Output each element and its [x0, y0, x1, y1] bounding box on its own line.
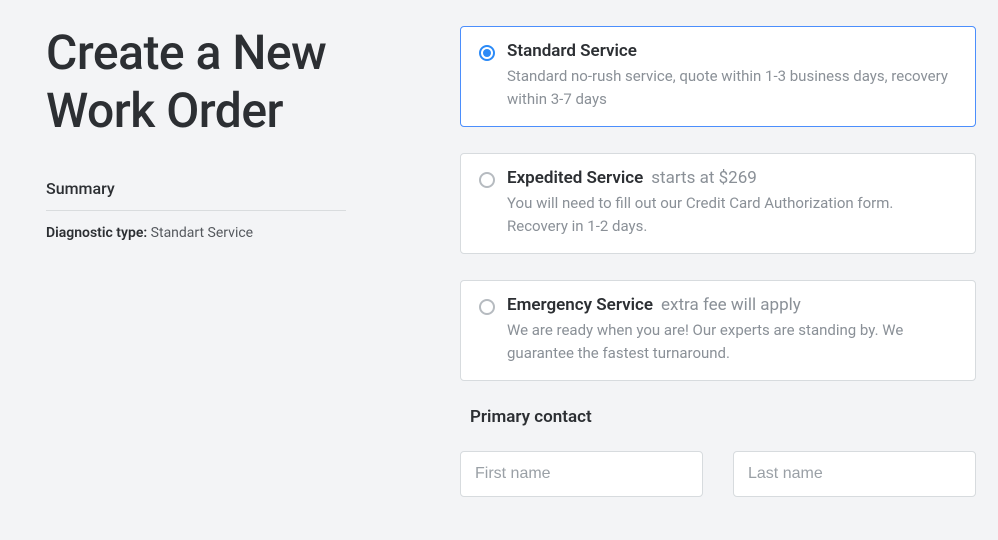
last-name-input[interactable] [733, 451, 976, 497]
option-description: You will need to fill out our Credit Car… [507, 192, 955, 237]
radio-unchecked-icon [479, 299, 495, 315]
radio-checked-icon [479, 45, 495, 61]
option-title: Expedited Service [507, 168, 643, 188]
option-suffix: extra fee will apply [661, 295, 801, 315]
option-description: We are ready when you are! Our experts a… [507, 319, 955, 364]
page-title: Create a New Work Order [46, 24, 370, 139]
service-option-emergency[interactable]: Emergency Service extra fee will apply W… [460, 280, 976, 381]
first-name-input[interactable] [460, 451, 703, 497]
option-description: Standard no-rush service, quote within 1… [507, 65, 955, 110]
service-option-standard[interactable]: Standard Service Standard no-rush servic… [460, 26, 976, 127]
diagnostic-type-row: Diagnostic type: Standart Service [46, 225, 370, 241]
option-suffix: starts at $269 [651, 168, 757, 188]
radio-unchecked-icon [479, 172, 495, 188]
service-option-expedited[interactable]: Expedited Service starts at $269 You wil… [460, 153, 976, 254]
primary-contact-heading: Primary contact [470, 407, 976, 427]
diagnostic-type-value: Standart Service [151, 225, 253, 241]
diagnostic-type-label: Diagnostic type: [46, 225, 147, 241]
option-title: Emergency Service [507, 295, 653, 315]
option-title: Standard Service [507, 41, 637, 61]
summary-heading: Summary [46, 179, 346, 211]
